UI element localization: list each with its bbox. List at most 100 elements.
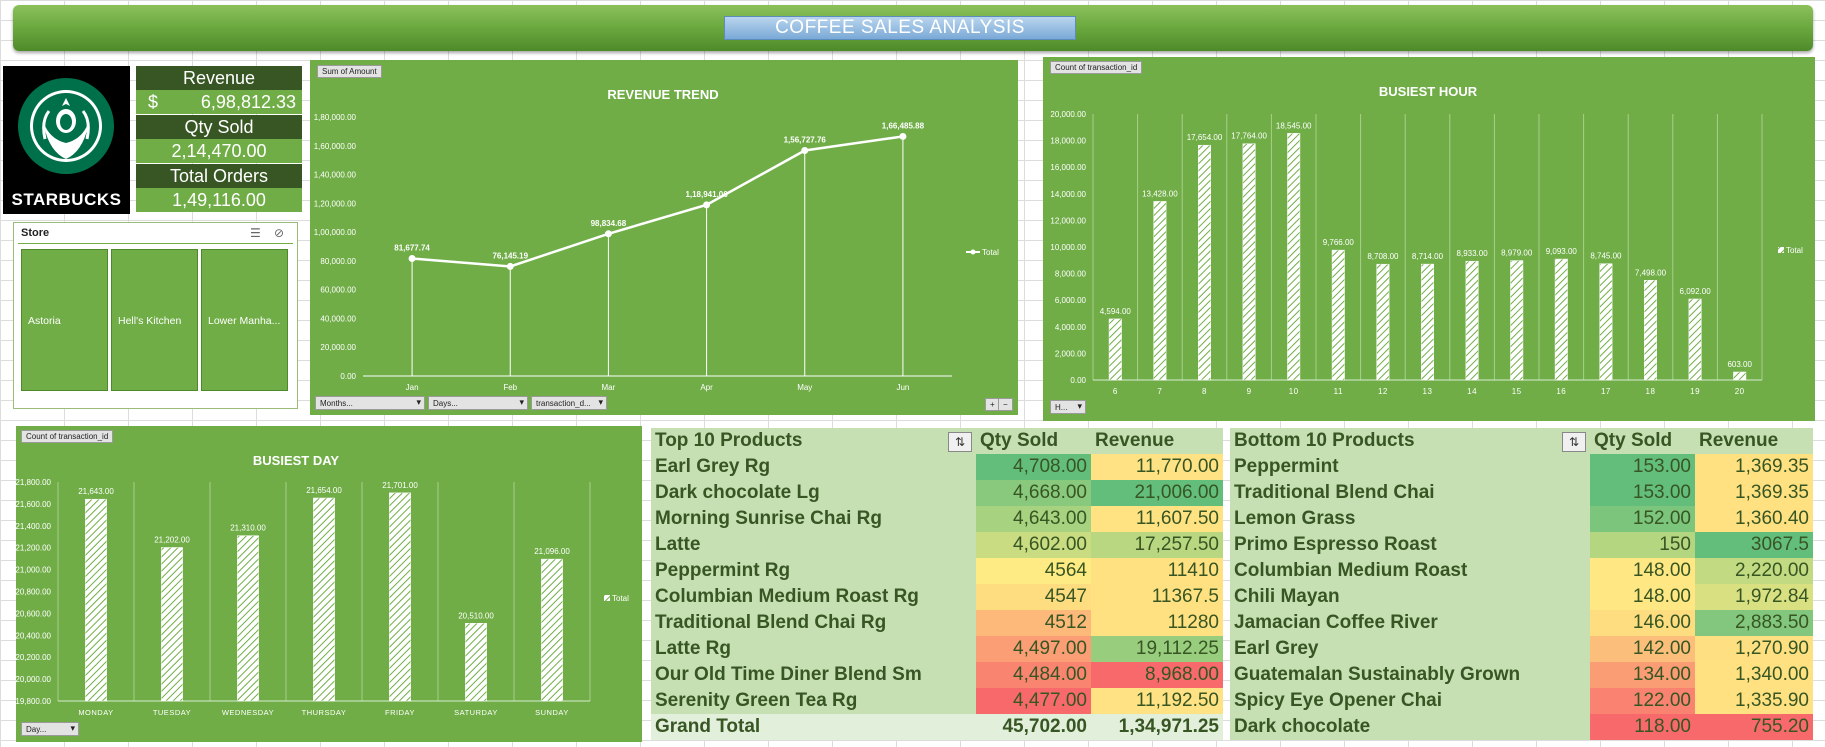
bar — [237, 535, 259, 702]
revenue-cell: 21,006.00 — [1091, 480, 1223, 506]
y-tick-label: 0.00 — [1070, 376, 1086, 385]
sort-filter-button[interactable]: ⇅ — [1562, 432, 1586, 452]
grand-total-qty: 45,702.00 — [976, 714, 1091, 740]
kpi-orders-value: 1,49,116.00 — [136, 188, 302, 212]
qty-sold-cell: 153.00 — [1590, 454, 1695, 480]
bar — [1554, 258, 1568, 381]
months-filter-dropdown[interactable]: Months... — [315, 396, 425, 410]
legend-label: Total — [1786, 246, 1803, 255]
product-name-cell: Traditional Blend Chai — [1230, 480, 1590, 506]
title-banner: COFFEE SALES ANALYSIS — [13, 5, 1813, 51]
collapse-field-button[interactable]: − — [998, 398, 1013, 411]
multi-select-icon[interactable]: ☰ — [250, 226, 261, 240]
product-name-cell: Primo Espresso Roast — [1230, 532, 1590, 558]
store-slicer: Store ☰ ⊘ Astoria Hell's Kitchen Lower M… — [13, 222, 298, 409]
qty-sold-cell: 4512 — [976, 610, 1091, 636]
bar — [1599, 263, 1613, 381]
slicer-item-hells-kitchen[interactable]: Hell's Kitchen — [111, 249, 198, 391]
data-label: 1,56,727.76 — [784, 135, 827, 144]
table-row: Guatemalan Sustainably Grown 134.00 1,340.… — [1230, 662, 1813, 688]
revenue-header: Revenue — [1695, 428, 1813, 454]
x-tick-label: MONDAY — [78, 708, 113, 717]
column-header-label: Top 10 Products — [655, 430, 803, 451]
x-tick-label: 18 — [1646, 387, 1656, 396]
hour-filter-dropdown[interactable]: H... — [1050, 400, 1086, 414]
data-point — [408, 254, 416, 262]
bar — [1644, 280, 1657, 381]
revenue-cell: 755.20 — [1695, 714, 1813, 740]
bar — [1108, 318, 1122, 381]
clear-filter-icon[interactable]: ⊘ — [274, 226, 284, 240]
table-row: Dark chocolate Lg 4,668.00 21,006.00 — [651, 480, 1223, 506]
chart-title: BUSIEST HOUR — [1379, 84, 1478, 99]
qty-sold-cell: 153.00 — [1590, 480, 1695, 506]
count-transaction-field-button[interactable]: Count of transaction_id — [21, 430, 114, 443]
product-name-cell: Earl Grey — [1230, 636, 1590, 662]
chart-title: BUSIEST DAY — [253, 453, 340, 468]
kpi-revenue-label: Revenue — [136, 66, 302, 90]
qty-sold-cell: 122.00 — [1590, 688, 1695, 714]
table-row: Columbian Medium Roast 148.00 2,220.00 — [1230, 558, 1813, 584]
data-label: 98,834.68 — [591, 219, 627, 228]
table-row: Jamacian Coffee River 146.00 2,883.50 — [1230, 610, 1813, 636]
table-row: Peppermint 153.00 1,369.35 — [1230, 454, 1813, 480]
revenue-cell: 1,340.00 — [1695, 662, 1813, 688]
table-row: Our Old Time Diner Blend Sm 4,484.00 8,968… — [651, 662, 1223, 688]
y-tick-label: 20,400.00 — [16, 631, 52, 640]
slicer-item-astoria[interactable]: Astoria — [21, 249, 108, 391]
data-label: 8,933.00 — [1457, 249, 1489, 258]
product-name-cell: Serenity Green Tea Rg — [651, 688, 976, 714]
data-label: 7,498.00 — [1635, 268, 1667, 277]
y-tick-label: 20,200.00 — [16, 653, 52, 662]
data-label: 76,145.19 — [492, 251, 528, 260]
bar — [1510, 260, 1524, 381]
day-filter-dropdown[interactable]: Day... — [21, 722, 79, 736]
y-tick-label: 20,000.00 — [320, 343, 356, 352]
revenue-cell: 11367.5 — [1091, 584, 1223, 610]
qty-sold-cell: 142.00 — [1590, 636, 1695, 662]
top-products-header: Top 10 Products ⇅ — [651, 428, 976, 454]
chart-title: REVENUE TREND — [607, 87, 718, 102]
bar — [1421, 263, 1434, 381]
product-name-cell: Lemon Grass — [1230, 506, 1590, 532]
sort-filter-button[interactable]: ⇅ — [948, 432, 972, 452]
product-name-cell: Latte Rg — [651, 636, 976, 662]
data-label: 8,714.00 — [1412, 252, 1444, 261]
qty-sold-cell: 148.00 — [1590, 558, 1695, 584]
x-tick-label: Jun — [896, 383, 909, 392]
revenue-cell: 8,968.00 — [1091, 662, 1223, 688]
y-tick-label: 18,000.00 — [1050, 137, 1086, 146]
y-tick-label: 21,600.00 — [16, 500, 52, 509]
y-tick-label: 1,00,000.00 — [314, 228, 357, 237]
product-name-cell: Peppermint Rg — [651, 558, 976, 584]
product-name-cell: Latte — [651, 532, 976, 558]
data-label: 21,202.00 — [154, 535, 190, 544]
transaction-date-filter-dropdown[interactable]: transaction_d... — [531, 396, 607, 410]
slicer-item-lower-manhattan[interactable]: Lower Manha... — [201, 249, 288, 391]
y-tick-label: 6,000.00 — [1055, 296, 1087, 305]
y-tick-label: 60,000.00 — [320, 286, 356, 295]
revenue-cell: 17,257.50 — [1091, 532, 1223, 558]
starbucks-logo: STARBUCKS — [3, 66, 130, 214]
product-name-cell: Jamacian Coffee River — [1230, 610, 1590, 636]
table-row: Serenity Green Tea Rg 4,477.00 11,192.50 — [651, 688, 1223, 714]
x-tick-label: 11 — [1334, 387, 1343, 396]
days-filter-dropdown[interactable]: Days... — [428, 396, 528, 410]
data-label: 8,745.00 — [1590, 252, 1622, 261]
x-tick-label: THURSDAY — [302, 708, 347, 717]
product-name-cell: Chili Mayan — [1230, 584, 1590, 610]
table-row: Lemon Grass 152.00 1,360.40 — [1230, 506, 1813, 532]
column-header-label: Bottom 10 Products — [1234, 430, 1415, 451]
product-name-cell: Dark chocolate — [1230, 714, 1590, 740]
qty-sold-cell: 4564 — [976, 558, 1091, 584]
count-transaction-field-button[interactable]: Count of transaction_id — [1050, 61, 1143, 74]
data-point — [899, 132, 907, 140]
x-tick-label: Apr — [700, 383, 713, 392]
table-row: Earl Grey 142.00 1,270.90 — [1230, 636, 1813, 662]
qty-sold-header: Qty Sold — [976, 428, 1091, 454]
busiest-hour-svg: BUSIEST HOUR 0.00 2,000.00 4,000.00 6,000.00… — [1050, 84, 1803, 396]
data-label: 21,310.00 — [230, 524, 266, 533]
y-tick-label: 1,40,000.00 — [314, 171, 357, 180]
sum-of-amount-field-button[interactable]: Sum of Amount — [317, 65, 382, 78]
data-label: 21,701.00 — [382, 481, 418, 490]
